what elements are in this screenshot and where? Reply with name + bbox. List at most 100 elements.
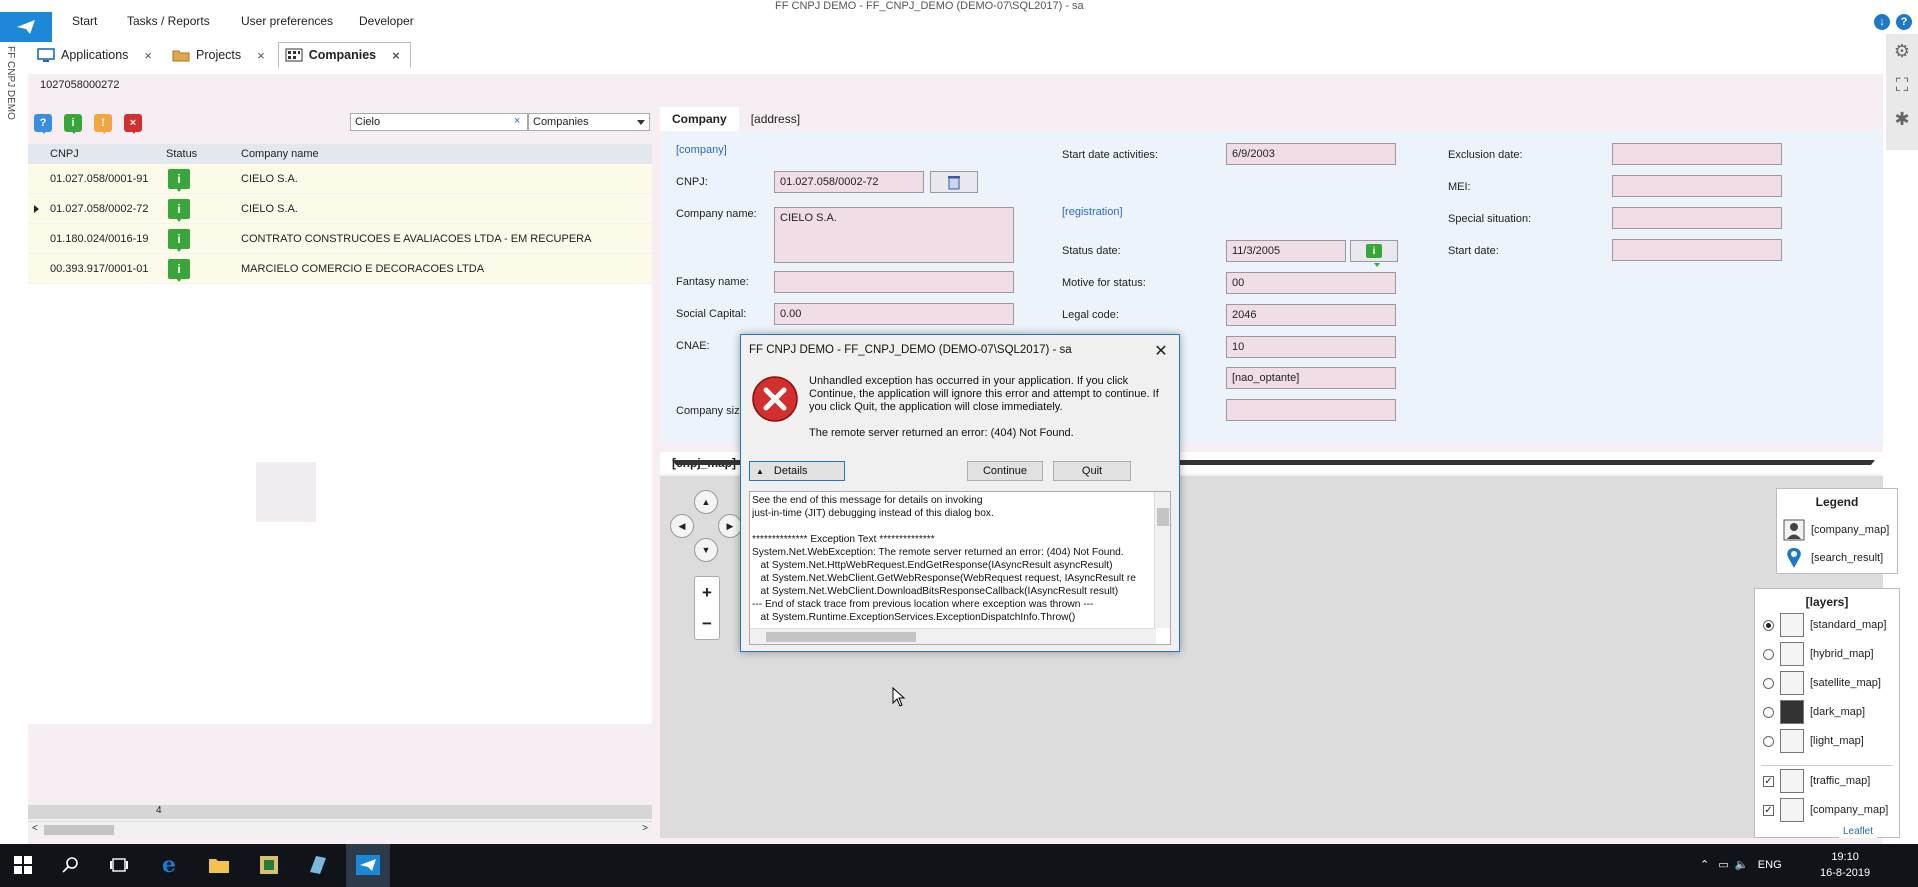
radio-button[interactable] — [1763, 706, 1774, 718]
layer-traffic-map[interactable]: ✓ [traffic_map] — [1763, 769, 1870, 793]
vertical-scrollbar[interactable] — [1154, 492, 1170, 628]
filter-error-button[interactable]: × — [124, 114, 142, 134]
scroll-right-icon[interactable]: > — [642, 823, 648, 834]
close-icon[interactable]: ✕ — [1149, 339, 1173, 363]
start-date-activities-field[interactable]: 6/9/2003 — [1226, 143, 1396, 165]
cnpj-field[interactable]: 01.027.058/0002-72 — [774, 171, 924, 193]
zoom-out-button[interactable]: − — [695, 608, 719, 639]
radio-button[interactable] — [1763, 677, 1774, 689]
radio-button[interactable] — [1763, 648, 1774, 660]
filter-info-button[interactable]: i — [64, 114, 82, 134]
scroll-thumb[interactable] — [766, 632, 916, 642]
close-icon[interactable]: × — [257, 48, 265, 63]
scroll-thumb[interactable] — [1157, 508, 1169, 526]
tab-address[interactable]: [address] — [739, 107, 812, 131]
horizontal-scrollbar[interactable]: < > — [28, 821, 652, 837]
internet-explorer-icon[interactable]: e — [156, 852, 182, 878]
column-header-cnpj[interactable]: CNPJ — [50, 148, 79, 160]
layers-title: [layers] — [1805, 595, 1849, 609]
radio-button[interactable] — [1763, 619, 1774, 631]
fantasy-name-field[interactable] — [774, 271, 1014, 293]
search-scope-select[interactable]: Companies — [528, 113, 650, 131]
scroll-left-icon[interactable]: < — [32, 823, 38, 834]
status-info-button[interactable]: i — [1350, 240, 1398, 267]
table-row-selected[interactable]: 01.027.058/0002-72 i CIELO S.A. — [28, 194, 652, 224]
pan-right-icon[interactable]: ▶ — [718, 514, 742, 538]
company-section-link[interactable]: [company] — [676, 144, 727, 156]
pan-down-icon[interactable]: ▼ — [694, 538, 718, 562]
volume-icon[interactable]: 🔈 — [1735, 859, 1749, 871]
clock[interactable]: 19:10 16-8-2019 — [1820, 849, 1870, 881]
filter-warning-button[interactable]: ! — [94, 114, 112, 134]
settings-tool-icon[interactable]: ✱ — [1886, 102, 1918, 136]
special-situation-field[interactable] — [1612, 207, 1782, 229]
blank-field[interactable] — [1226, 399, 1396, 421]
windows-start-icon[interactable] — [10, 852, 36, 878]
horizontal-scrollbar[interactable] — [750, 628, 1156, 644]
divider — [1761, 765, 1893, 766]
motive-field[interactable]: 00 — [1226, 272, 1396, 294]
chevron-up-icon[interactable]: ⌃ — [1700, 859, 1709, 871]
tab-applications[interactable]: Applications × — [30, 42, 163, 68]
clear-search-icon[interactable]: × — [514, 115, 520, 127]
legal-code-field[interactable]: 2046 — [1226, 304, 1396, 326]
social-capital-field[interactable]: 0.00 — [774, 303, 1014, 325]
app-designer-icon[interactable] — [256, 852, 282, 878]
company-name-field[interactable]: CIELO S.A. — [774, 207, 1014, 263]
close-icon[interactable]: × — [392, 48, 400, 63]
task-view-icon[interactable] — [106, 852, 132, 878]
tab-company[interactable]: Company — [660, 107, 739, 131]
menu-developer[interactable]: Developer — [359, 14, 414, 28]
column-header-status[interactable]: Status — [166, 148, 197, 160]
trash-button[interactable] — [930, 171, 978, 193]
fullscreen-icon[interactable]: ⛶ — [1886, 68, 1918, 102]
search-input[interactable]: Cielo — [350, 113, 528, 131]
continue-button[interactable]: Continue — [967, 461, 1043, 481]
notebook-app-icon[interactable] — [304, 852, 330, 878]
checkbox[interactable]: ✓ — [1763, 804, 1774, 816]
zoom-in-button[interactable]: + — [695, 577, 719, 608]
table-row[interactable]: 00.393.917/0001-01 i MARCIELO COMERCIO E… — [28, 254, 652, 284]
radio-button[interactable] — [1763, 735, 1774, 747]
mei-field[interactable] — [1612, 175, 1782, 197]
layer-satellite-map[interactable]: [satellite_map] — [1763, 671, 1881, 695]
quit-button[interactable]: Quit — [1053, 461, 1131, 481]
layer-light-map[interactable]: [light_map] — [1763, 729, 1864, 753]
app-menu-button[interactable] — [0, 12, 52, 42]
language-indicator[interactable]: ENG — [1758, 859, 1782, 871]
exception-details-text[interactable]: See the end of this message for details … — [749, 491, 1171, 645]
status-date-field[interactable]: 11/3/2005 — [1226, 240, 1346, 262]
tab-projects[interactable]: Projects × — [165, 42, 276, 68]
leaflet-attribution-link[interactable]: Leaflet — [1838, 825, 1877, 838]
paper-plane-icon[interactable] — [355, 852, 381, 878]
layer-dark-map[interactable]: [dark_map] — [1763, 700, 1865, 724]
scroll-thumb[interactable] — [44, 825, 114, 835]
file-explorer-icon[interactable] — [206, 852, 232, 878]
tab-companies[interactable]: Companies × — [277, 42, 411, 68]
table-row[interactable]: 01.027.058/0001-91 i CIELO S.A. — [28, 164, 652, 194]
layer-company-map[interactable]: ✓ [company_map] — [1763, 798, 1888, 822]
help-icon[interactable]: ? — [1896, 14, 1912, 30]
pan-up-icon[interactable]: ▲ — [694, 490, 718, 514]
pan-left-icon[interactable]: ◀ — [670, 514, 694, 538]
layer-standard-map[interactable]: [standard_map] — [1763, 613, 1886, 637]
layer-hybrid-map[interactable]: [hybrid_map] — [1763, 642, 1874, 666]
start-date-field[interactable] — [1612, 239, 1782, 261]
menu-user-preferences[interactable]: User preferences — [241, 14, 333, 28]
simples-option-field[interactable]: [nao_optante] — [1226, 367, 1396, 389]
download-icon[interactable]: ↓ — [1874, 14, 1890, 30]
column-header-company-name[interactable]: Company name — [241, 148, 319, 160]
exclusion-date-field[interactable] — [1612, 143, 1782, 165]
details-button[interactable]: ▲ Details — [749, 461, 845, 481]
checkbox[interactable]: ✓ — [1763, 775, 1774, 787]
table-row[interactable]: 01.180.024/0016-19 i CONTRATO CONSTRUCOE… — [28, 224, 652, 254]
menu-tasks-reports[interactable]: Tasks / Reports — [127, 14, 210, 28]
filter-question-button[interactable]: ? — [34, 114, 52, 134]
gear-icon[interactable]: ⚙ — [1886, 34, 1918, 68]
registration-section-link[interactable]: [registration] — [1062, 206, 1123, 218]
network-icon[interactable]: ▭ — [1718, 859, 1728, 871]
search-icon[interactable] — [58, 852, 84, 878]
close-icon[interactable]: × — [144, 48, 152, 63]
size-code-field[interactable]: 10 — [1226, 336, 1396, 358]
menu-start[interactable]: Start — [72, 14, 97, 28]
